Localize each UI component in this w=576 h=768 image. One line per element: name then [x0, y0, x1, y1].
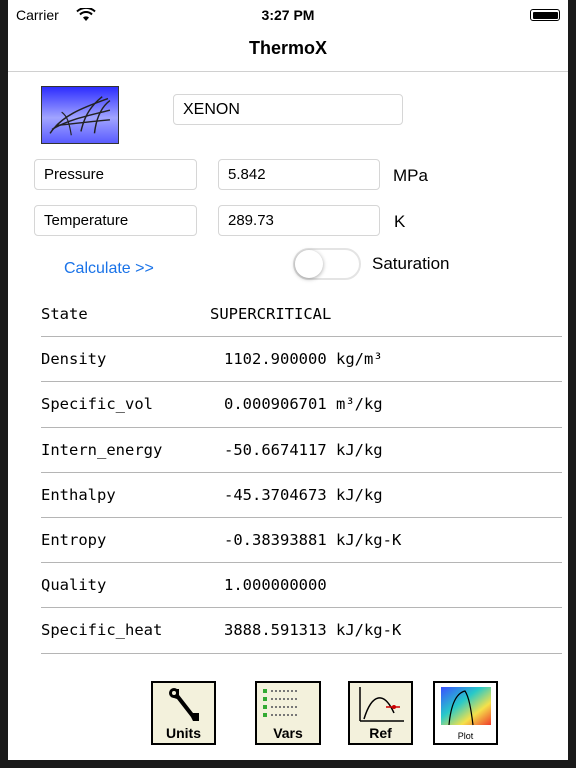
result-row: Intern_energy -50.6674117 kJ/kg	[41, 428, 562, 473]
app-screen: Carrier 3:27 PM ThermoX XENON Pressure 5…	[8, 0, 568, 768]
variable-list-icon	[263, 689, 297, 717]
result-row: Entropy -0.38393881 kJ/kg-K	[41, 518, 562, 564]
result-row: Specific_vol 0.000906701 m³/kg	[41, 382, 562, 428]
saturation-toggle[interactable]	[293, 248, 361, 280]
ref-button-label: Ref	[369, 725, 392, 741]
result-label: Entropy	[41, 530, 107, 549]
result-value: 3888.591313 kJ/kg-K	[224, 621, 402, 640]
result-row: Quality 1.000000000	[41, 563, 562, 609]
pressure-label-field[interactable]: Pressure	[34, 159, 197, 190]
pressure-unit: MPa	[393, 166, 428, 185]
status-bar: Carrier 3:27 PM	[8, 0, 568, 30]
saturation-label: Saturation	[372, 254, 450, 273]
result-label: Specific_vol	[41, 395, 153, 414]
page-title: ThermoX	[248, 38, 327, 58]
plot-button[interactable]: Plot	[433, 681, 498, 745]
temperature-label-field[interactable]: Temperature	[34, 205, 197, 236]
ref-button[interactable]: Ref	[348, 681, 413, 745]
calculate-link[interactable]: Calculate >>	[64, 260, 154, 278]
result-row: Specific_heat 3888.591313 kJ/kg-K	[41, 608, 562, 654]
clock: 3:27 PM	[261, 7, 315, 23]
units-button-label: Units	[166, 725, 201, 741]
device-frame-bottom	[0, 760, 576, 768]
result-label: Specific_heat	[41, 621, 163, 640]
result-row: Density 1102.900000 kg/m³	[41, 337, 562, 383]
battery-icon	[530, 9, 560, 21]
result-value: -0.38393881 kJ/kg-K	[224, 530, 402, 549]
result-label: Density	[41, 350, 107, 369]
results-table: State SUPERCRITICAL Density 1102.900000 …	[41, 292, 562, 654]
result-value: SUPERCRITICAL	[210, 305, 332, 323]
result-label: Intern_energy	[41, 440, 163, 459]
result-label: State	[41, 305, 88, 323]
temperature-unit: K	[394, 212, 406, 231]
result-row-state: State SUPERCRITICAL	[41, 292, 562, 338]
result-label: Enthalpy	[41, 485, 116, 504]
reference-curve-icon	[359, 687, 404, 722]
units-button[interactable]: Units	[151, 681, 216, 745]
vars-button-label: Vars	[273, 725, 303, 741]
result-value: 1.000000000	[224, 576, 327, 595]
vars-button[interactable]: Vars	[255, 681, 321, 745]
pressure-input[interactable]: 5.842	[218, 159, 380, 190]
result-label: Quality	[41, 576, 107, 595]
result-value: -50.6674117 kJ/kg	[224, 440, 383, 459]
fluid-name-field[interactable]: XENON	[173, 94, 403, 125]
phase-diagram-icon	[49, 96, 111, 136]
toggle-knob	[295, 250, 323, 278]
temperature-input[interactable]: 289.73	[218, 205, 380, 236]
plot-icon	[441, 687, 491, 726]
navigation-bar: ThermoX	[8, 30, 568, 72]
result-value: 0.000906701 m³/kg	[224, 395, 383, 414]
wrench-icon	[169, 688, 199, 721]
result-value: 1102.900000 kg/m³	[224, 350, 383, 369]
fluid-select-button[interactable]	[41, 86, 119, 144]
plot-button-label: Plot	[457, 731, 474, 741]
result-value: -45.3704673 kJ/kg	[224, 485, 383, 504]
result-row: Enthalpy -45.3704673 kJ/kg	[41, 473, 562, 518]
